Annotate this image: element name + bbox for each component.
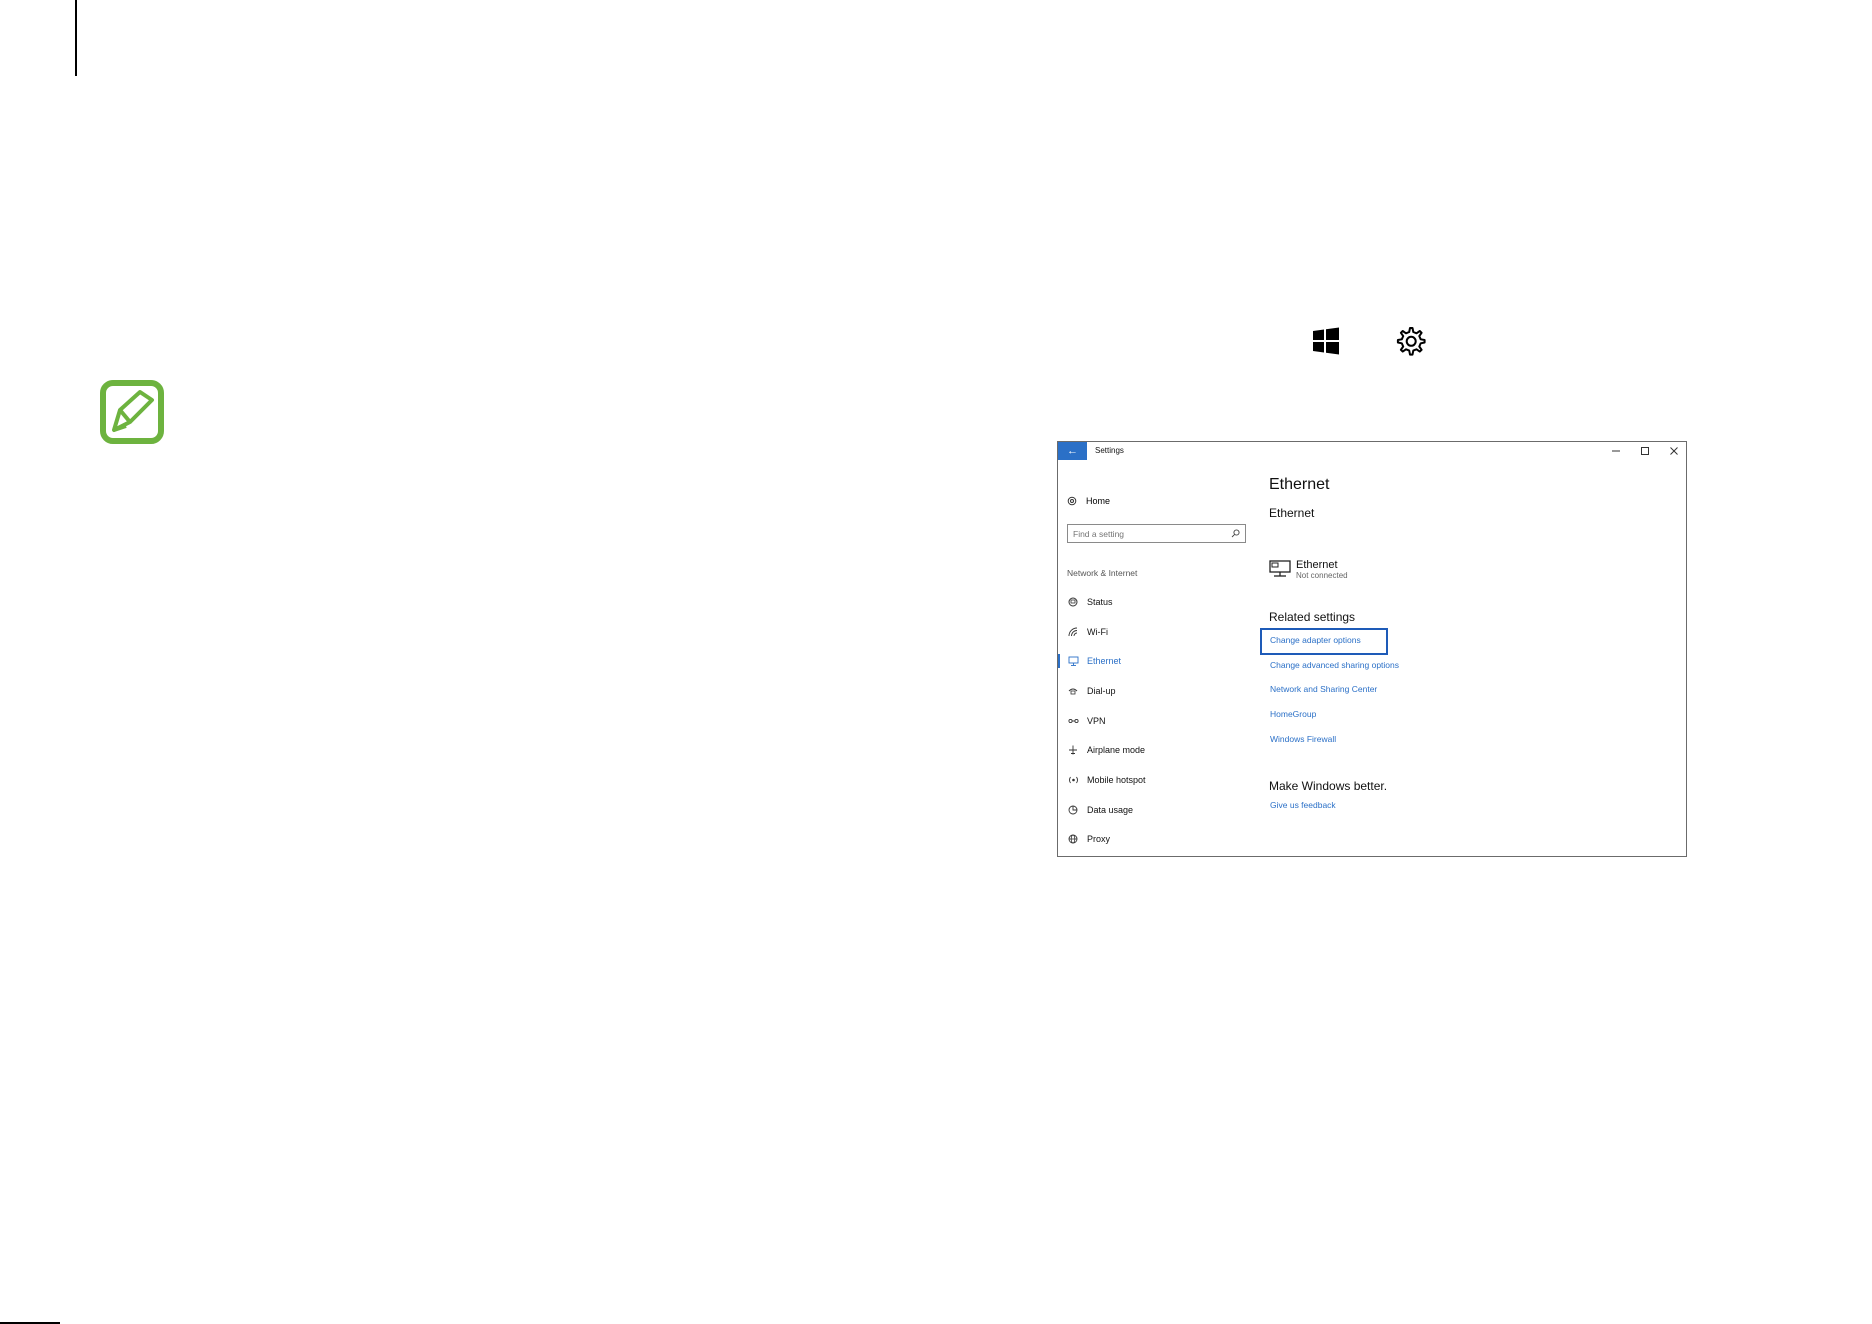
search-field[interactable] bbox=[1067, 524, 1246, 543]
give-feedback-link[interactable]: Give us feedback bbox=[1270, 800, 1336, 810]
sidebar-item-label: Data usage bbox=[1087, 804, 1134, 815]
status-icon bbox=[1067, 596, 1079, 608]
home-link[interactable]: Home bbox=[1067, 496, 1110, 506]
related-settings-heading: Related settings bbox=[1269, 610, 1356, 624]
minimize-button[interactable] bbox=[1609, 444, 1623, 458]
page-margin-rule bbox=[75, 0, 77, 76]
related-links: Change adapter options Change advanced s… bbox=[1259, 628, 1399, 758]
sidebar-item-label: Ethernet bbox=[1087, 656, 1122, 667]
sidebar-item-ethernet[interactable]: Ethernet bbox=[1058, 646, 1258, 676]
hotspot-icon bbox=[1067, 774, 1079, 786]
change-adapter-options-link[interactable]: Change adapter options bbox=[1259, 628, 1399, 659]
settings-content: Ethernet Ethernet Ethernet Not connected… bbox=[1259, 460, 1679, 856]
sidebar-item-status[interactable]: Status bbox=[1058, 587, 1258, 617]
sidebar-item-hotspot[interactable]: Mobile hotspot bbox=[1058, 765, 1258, 795]
globe-icon bbox=[1067, 833, 1079, 845]
ethernet-adapter-icon bbox=[1269, 560, 1291, 577]
feedback-heading: Make Windows better. bbox=[1269, 779, 1388, 793]
homegroup-link[interactable]: HomeGroup bbox=[1270, 708, 1399, 733]
sidebar-item-airplane[interactable]: Airplane mode bbox=[1058, 735, 1258, 765]
sidebar-item-label: Dial-up bbox=[1087, 685, 1116, 696]
maximize-icon bbox=[1641, 447, 1649, 455]
search-input[interactable] bbox=[1073, 528, 1231, 539]
minimize-icon bbox=[1612, 450, 1620, 452]
note-icon bbox=[100, 380, 164, 444]
sidebar-item-label: Airplane mode bbox=[1087, 745, 1146, 756]
back-button[interactable]: ← bbox=[1058, 442, 1087, 460]
sidebar-item-vpn[interactable]: VPN bbox=[1058, 706, 1258, 736]
close-icon bbox=[1670, 447, 1678, 455]
wifi-icon bbox=[1067, 626, 1079, 638]
ethernet-connection[interactable]: Ethernet Not connected bbox=[1269, 559, 1348, 581]
windows-firewall-link[interactable]: Windows Firewall bbox=[1270, 733, 1399, 758]
settings-sidebar: Home Network & Internet Status Wi-Fi bbox=[1058, 460, 1258, 856]
section-heading: Ethernet bbox=[1269, 506, 1315, 520]
sidebar-nav: Status Wi-Fi Ethernet Dial-up VPN Airpla… bbox=[1058, 587, 1258, 854]
home-label: Home bbox=[1086, 496, 1111, 506]
ethernet-icon bbox=[1067, 655, 1079, 667]
page-title: Ethernet bbox=[1269, 476, 1330, 493]
vpn-icon bbox=[1067, 715, 1079, 727]
sidebar-item-data-usage[interactable]: Data usage bbox=[1058, 795, 1258, 825]
maximize-button[interactable] bbox=[1638, 444, 1652, 458]
sidebar-item-label: Proxy bbox=[1087, 834, 1111, 845]
sidebar-item-label: VPN bbox=[1087, 715, 1106, 726]
sidebar-item-dialup[interactable]: Dial-up bbox=[1058, 676, 1258, 706]
close-button[interactable] bbox=[1667, 444, 1681, 458]
airplane-icon bbox=[1067, 744, 1079, 756]
windows-logo-icon bbox=[1311, 326, 1341, 356]
search-icon bbox=[1231, 529, 1240, 538]
dialup-icon bbox=[1067, 685, 1079, 697]
sidebar-item-proxy[interactable]: Proxy bbox=[1058, 825, 1258, 855]
gear-icon bbox=[1393, 324, 1427, 358]
window-title: Settings bbox=[1095, 446, 1124, 455]
settings-window: ← Settings Home Network & Internet bbox=[1057, 441, 1687, 857]
title-bar: ← Settings bbox=[1058, 442, 1686, 460]
home-gear-icon bbox=[1067, 496, 1077, 506]
sidebar-item-label: Status bbox=[1087, 596, 1113, 607]
change-advanced-sharing-link[interactable]: Change advanced sharing options bbox=[1270, 659, 1399, 684]
section-label: Network & Internet bbox=[1067, 568, 1138, 578]
network-sharing-center-link[interactable]: Network and Sharing Center bbox=[1270, 683, 1399, 708]
sidebar-item-wifi[interactable]: Wi-Fi bbox=[1058, 617, 1258, 647]
connection-name: Ethernet bbox=[1296, 559, 1338, 571]
sidebar-item-label: Wi-Fi bbox=[1087, 626, 1108, 637]
sidebar-item-label: Mobile hotspot bbox=[1087, 774, 1146, 785]
connection-status: Not connected bbox=[1296, 571, 1348, 580]
data-usage-icon bbox=[1067, 804, 1079, 816]
